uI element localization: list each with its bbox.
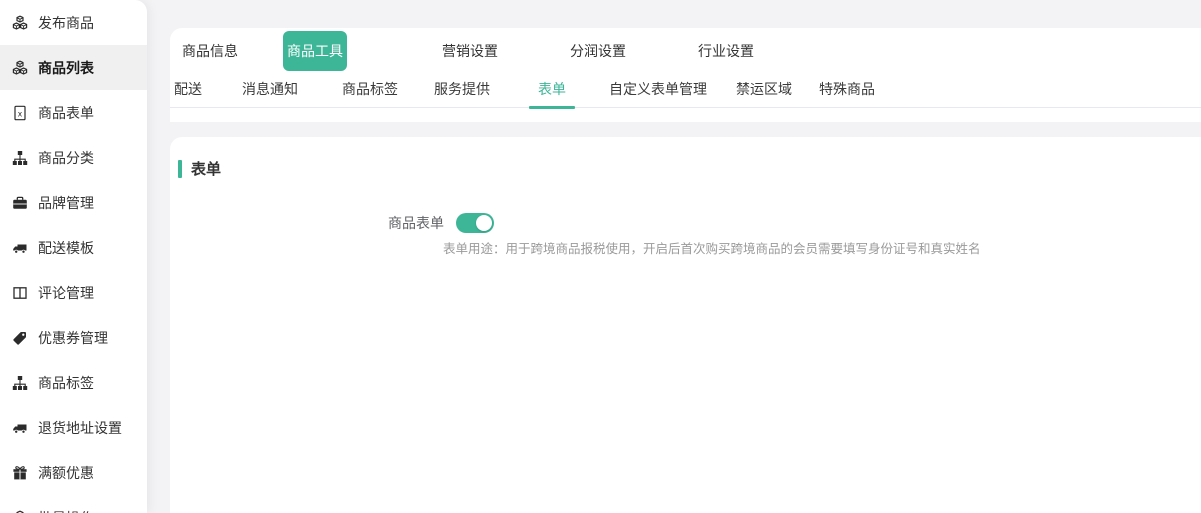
tab-secondary[interactable]: 配送 [174,71,202,107]
sidebar-item[interactable]: 优惠券管理 [0,315,147,360]
primary-tab-bar: 商品信息 商品工具 营销设置 分润设置 行业设置 [170,31,1201,71]
tag-icon [11,329,28,346]
tab-primary-label: 商品工具 [287,41,343,61]
gift-icon [11,464,28,481]
cubes-icon [11,509,28,513]
tab-secondary[interactable]: 商品标签 [342,71,398,107]
svg-text:x: x [17,109,22,118]
form-help-text: 表单用途：用于跨境商品报税使用，开启后首次购买跨境商品的会员需要填写身份证号和真… [443,240,981,258]
sidebar-item-label: 配送模板 [38,238,94,258]
sidebar-item-label: 商品分类 [38,148,94,168]
cubes-icon [11,14,28,31]
page: 发布商品 商品列表 x 商品表单 商品分类 [0,0,1201,513]
tab-secondary-label: 特殊商品 [819,79,875,99]
tab-secondary[interactable]: 表单 [538,71,566,107]
tab-primary[interactable]: 营销设置 [442,31,498,71]
section-title: 表单 [191,158,221,179]
sidebar-item[interactable]: 发布商品 [0,0,147,45]
tab-secondary-label: 商品标签 [342,79,398,99]
tab-secondary[interactable]: 消息通知 [242,71,298,107]
sidebar-item[interactable]: 评论管理 [0,270,147,315]
section-header: 表单 [170,137,1201,179]
tab-primary-label: 分润设置 [570,41,626,61]
sidebar-item-label: 发布商品 [38,13,94,33]
sidebar-item-label: 优惠券管理 [38,328,108,348]
tab-primary[interactable]: 行业设置 [698,31,754,71]
truck-icon [11,239,28,256]
tab-secondary[interactable]: 自定义表单管理 [609,71,707,107]
sitemap-icon [11,374,28,391]
sidebar-item[interactable]: 商品标签 [0,360,147,405]
sidebar-item[interactable]: 配送模板 [0,225,147,270]
sidebar-item[interactable]: 满额优惠 [0,450,147,495]
tab-secondary-label: 服务提供 [434,79,490,99]
columns-icon [11,284,28,301]
sidebar-item-label: 评论管理 [38,283,94,303]
briefcase-icon [11,194,28,211]
sidebar-item-label: 退货地址设置 [38,418,122,438]
tab-secondary[interactable]: 禁运区域 [736,71,792,107]
file-excel-icon: x [11,104,28,121]
product-form-label: 商品表单 [388,213,444,233]
sidebar-item[interactable]: 商品分类 [0,135,147,180]
sidebar-item-label: 商品列表 [38,58,94,78]
sidebar-item-label: 满额优惠 [38,463,94,483]
tab-secondary-label: 禁运区域 [736,79,792,99]
tab-secondary-label: 消息通知 [242,79,298,99]
tab-primary-label: 商品信息 [182,41,238,61]
sidebar-nav: 发布商品 商品列表 x 商品表单 商品分类 [0,0,147,513]
tab-primary-label: 营销设置 [442,41,498,61]
product-form-toggle[interactable] [456,213,494,233]
content-card: 表单 商品表单 表单用途：用于跨境商品报税使用，开启后首次购买跨境商品的会员需要… [170,137,1201,513]
form-row: 商品表单 [388,213,494,233]
section-accent-bar [178,160,182,178]
sidebar-item[interactable]: 批量操作 [0,495,147,513]
sidebar-item[interactable]: 退货地址设置 [0,405,147,450]
tab-primary[interactable]: 商品信息 [182,31,238,71]
truck-icon [11,419,28,436]
tab-secondary-label: 自定义表单管理 [609,79,707,99]
sidebar: 发布商品 商品列表 x 商品表单 商品分类 [0,0,147,513]
sidebar-item-label: 商品表单 [38,103,94,123]
toggle-knob-icon [476,215,492,231]
sidebar-item[interactable]: 商品列表 [0,45,147,90]
tabs-card: 商品信息 商品工具 营销设置 分润设置 行业设置 [170,28,1201,122]
tab-secondary[interactable]: 特殊商品 [819,71,875,107]
sidebar-item-label: 品牌管理 [38,193,94,213]
tab-secondary-label: 表单 [538,79,566,99]
tab-secondary-label: 配送 [174,79,202,99]
sitemap-icon [11,149,28,166]
tab-primary-label: 行业设置 [698,41,754,61]
tab-primary[interactable]: 分润设置 [570,31,626,71]
sidebar-item-label: 批量操作 [38,508,94,513]
sidebar-item[interactable]: x 商品表单 [0,90,147,135]
secondary-tab-bar: 配送 消息通知 商品标签 服务提供 表单 自定义表 [170,71,1201,108]
tab-secondary[interactable]: 服务提供 [434,71,490,107]
sidebar-item[interactable]: 品牌管理 [0,180,147,225]
sidebar-item-label: 商品标签 [38,373,94,393]
tab-primary[interactable]: 商品工具 [283,31,347,71]
cubes-icon [11,59,28,76]
